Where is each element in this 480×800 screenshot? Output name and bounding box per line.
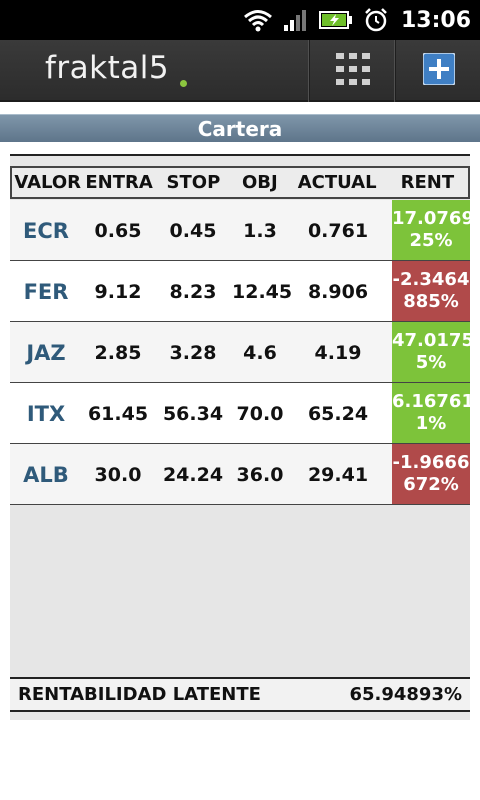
rent-value-cont: 1%	[415, 413, 447, 434]
header-actual: ACTUAL	[297, 172, 377, 193]
stop-cell: 8.23	[169, 280, 217, 303]
section-title: Cartera	[0, 114, 480, 142]
ticker-cell: ECR	[23, 218, 69, 243]
rent-cell: 6.16761 1%	[392, 383, 470, 444]
latent-return-label: RENTABILIDAD LATENTE	[18, 684, 261, 705]
entra-cell: 0.65	[94, 219, 142, 242]
rent-value: -1.9666	[392, 452, 470, 473]
battery-charging-icon	[318, 9, 353, 31]
header-valor: VALOR	[14, 172, 81, 193]
actual-cell: 0.761	[307, 219, 369, 242]
grid-menu-button[interactable]	[311, 40, 394, 102]
action-bar: fraktal5	[0, 40, 480, 102]
rent-value: -2.3464	[392, 269, 470, 290]
rent-value-cont: 672%	[403, 474, 459, 495]
latent-return-footer: RENTABILIDAD LATENTE 65.94893%	[10, 677, 470, 712]
add-icon	[421, 52, 456, 89]
signal-icon	[283, 8, 309, 32]
entra-cell: 2.85	[94, 341, 142, 364]
entra-cell: 30.0	[94, 463, 142, 486]
action-divider	[308, 40, 310, 102]
table-row[interactable]: ITX 61.45 56.34 70.0 65.24 6.16761 1%	[10, 383, 470, 444]
ticker-cell: ALB	[23, 462, 69, 487]
logo-dot	[180, 80, 187, 87]
table-row[interactable]: FER 9.12 8.23 12.45 8.906 -2.3464 885%	[10, 261, 470, 322]
app-logo: fraktal5	[45, 50, 170, 86]
rent-cell: -2.3464 885%	[392, 261, 470, 322]
entra-cell: 9.12	[94, 280, 142, 303]
rent-value-cont: 5%	[415, 352, 447, 373]
actual-cell: 29.41	[307, 463, 369, 486]
stop-cell: 56.34	[162, 402, 224, 425]
rent-value-cont: 25%	[409, 230, 453, 251]
status-time: 13:06	[400, 7, 471, 33]
add-button[interactable]	[397, 40, 480, 102]
obj-cell: 4.6	[243, 341, 277, 364]
rent-value-cont: 885%	[403, 291, 459, 312]
actual-cell: 8.906	[307, 280, 369, 303]
entra-cell: 61.45	[87, 402, 149, 425]
header-obj: OBJ	[241, 172, 278, 193]
row-divider	[10, 504, 470, 505]
grid-menu-icon	[335, 53, 370, 89]
obj-cell: 70.0	[236, 402, 284, 425]
action-divider	[394, 40, 396, 102]
rent-cell: 17.0769 25%	[392, 200, 470, 261]
rent-value: 17.0769	[392, 208, 470, 229]
wifi-icon	[243, 8, 273, 32]
stop-cell: 3.28	[169, 341, 217, 364]
status-bar: 13:06	[0, 0, 480, 40]
obj-cell: 36.0	[236, 463, 284, 486]
stop-cell: 24.24	[162, 463, 224, 486]
stop-cell: 0.45	[169, 219, 217, 242]
table-row[interactable]: ECR 0.65 0.45 1.3 0.761 17.0769 25%	[10, 200, 470, 261]
header-rent: RENT	[400, 172, 455, 193]
rent-cell: 47.0175 5%	[392, 322, 470, 383]
ticker-cell: JAZ	[26, 340, 66, 365]
actual-cell: 4.19	[314, 341, 362, 364]
table-row[interactable]: JAZ 2.85 3.28 4.6 4.19 47.0175 5%	[10, 322, 470, 383]
table-header: VALOR ENTRA STOP OBJ ACTUAL RENT	[10, 166, 470, 199]
rent-cell: -1.9666 672%	[392, 444, 470, 505]
ticker-cell: ITX	[26, 401, 66, 426]
alarm-icon	[363, 7, 389, 33]
header-entra: ENTRA	[85, 172, 153, 193]
rent-value: 47.0175	[392, 330, 470, 351]
ticker-cell: FER	[23, 279, 69, 304]
obj-cell: 12.45	[232, 280, 293, 303]
rent-value: 6.16761	[392, 391, 470, 412]
actual-cell: 65.24	[307, 402, 369, 425]
header-stop: STOP	[166, 172, 221, 193]
obj-cell: 1.3	[243, 219, 277, 242]
latent-return-value: 65.94893%	[349, 684, 462, 705]
table-row[interactable]: ALB 30.0 24.24 36.0 29.41 -1.9666 672%	[10, 444, 470, 505]
